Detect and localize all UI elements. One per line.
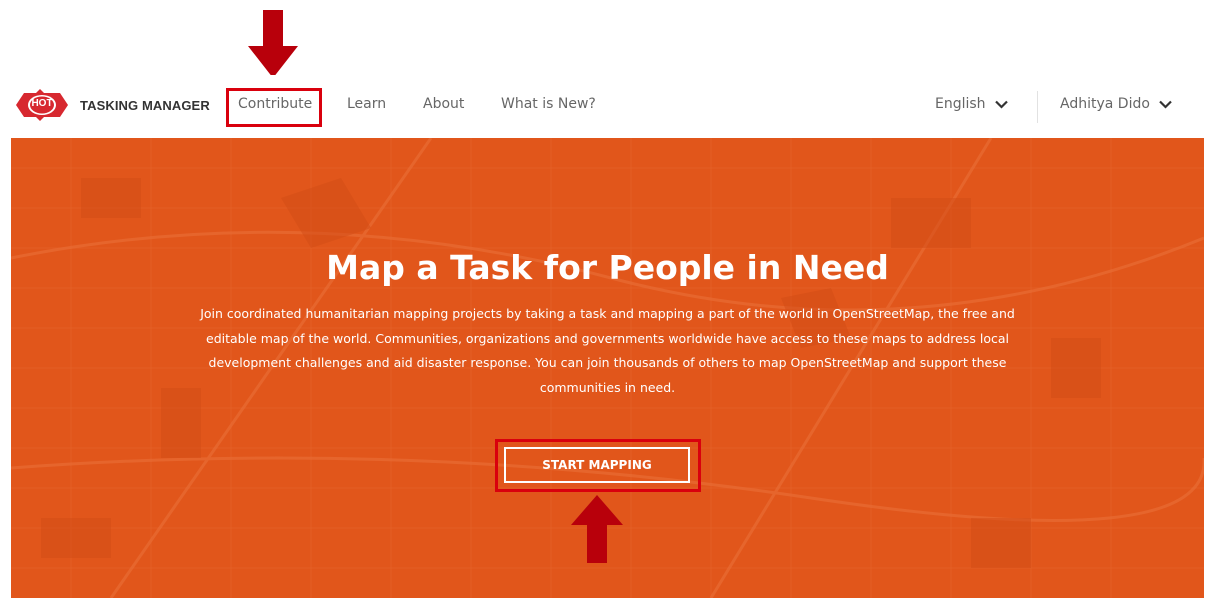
language-label: English: [935, 96, 986, 112]
hero-description: Join coordinated humanitarian mapping pr…: [200, 306, 1015, 395]
chevron-down-icon: [994, 100, 1008, 109]
arrow-down-icon: [248, 10, 298, 78]
language-selector[interactable]: English: [935, 96, 1008, 112]
brand-name: TASKING MANAGER: [80, 97, 210, 113]
brand-logo[interactable]: HOT TASKING MANAGER: [14, 89, 210, 121]
highlight-contribute: [226, 88, 322, 127]
nav-learn[interactable]: Learn: [347, 96, 386, 112]
hero-title: Map a Task for People in Need: [326, 248, 889, 287]
nav-what-is-new[interactable]: What is New?: [501, 96, 596, 112]
arrow-up-icon: [571, 495, 623, 563]
hot-logo-icon: HOT: [14, 89, 70, 121]
user-name: Adhitya Dido: [1060, 96, 1150, 112]
logo-badge-text: HOT: [31, 98, 53, 109]
user-menu[interactable]: Adhitya Dido: [1060, 96, 1172, 112]
top-navbar: HOT TASKING MANAGER Contribute Learn Abo…: [0, 75, 1211, 137]
highlight-start-mapping: [495, 439, 701, 492]
chevron-down-icon: [1159, 100, 1172, 109]
nav-about[interactable]: About: [423, 96, 464, 112]
nav-divider: [1037, 91, 1038, 123]
